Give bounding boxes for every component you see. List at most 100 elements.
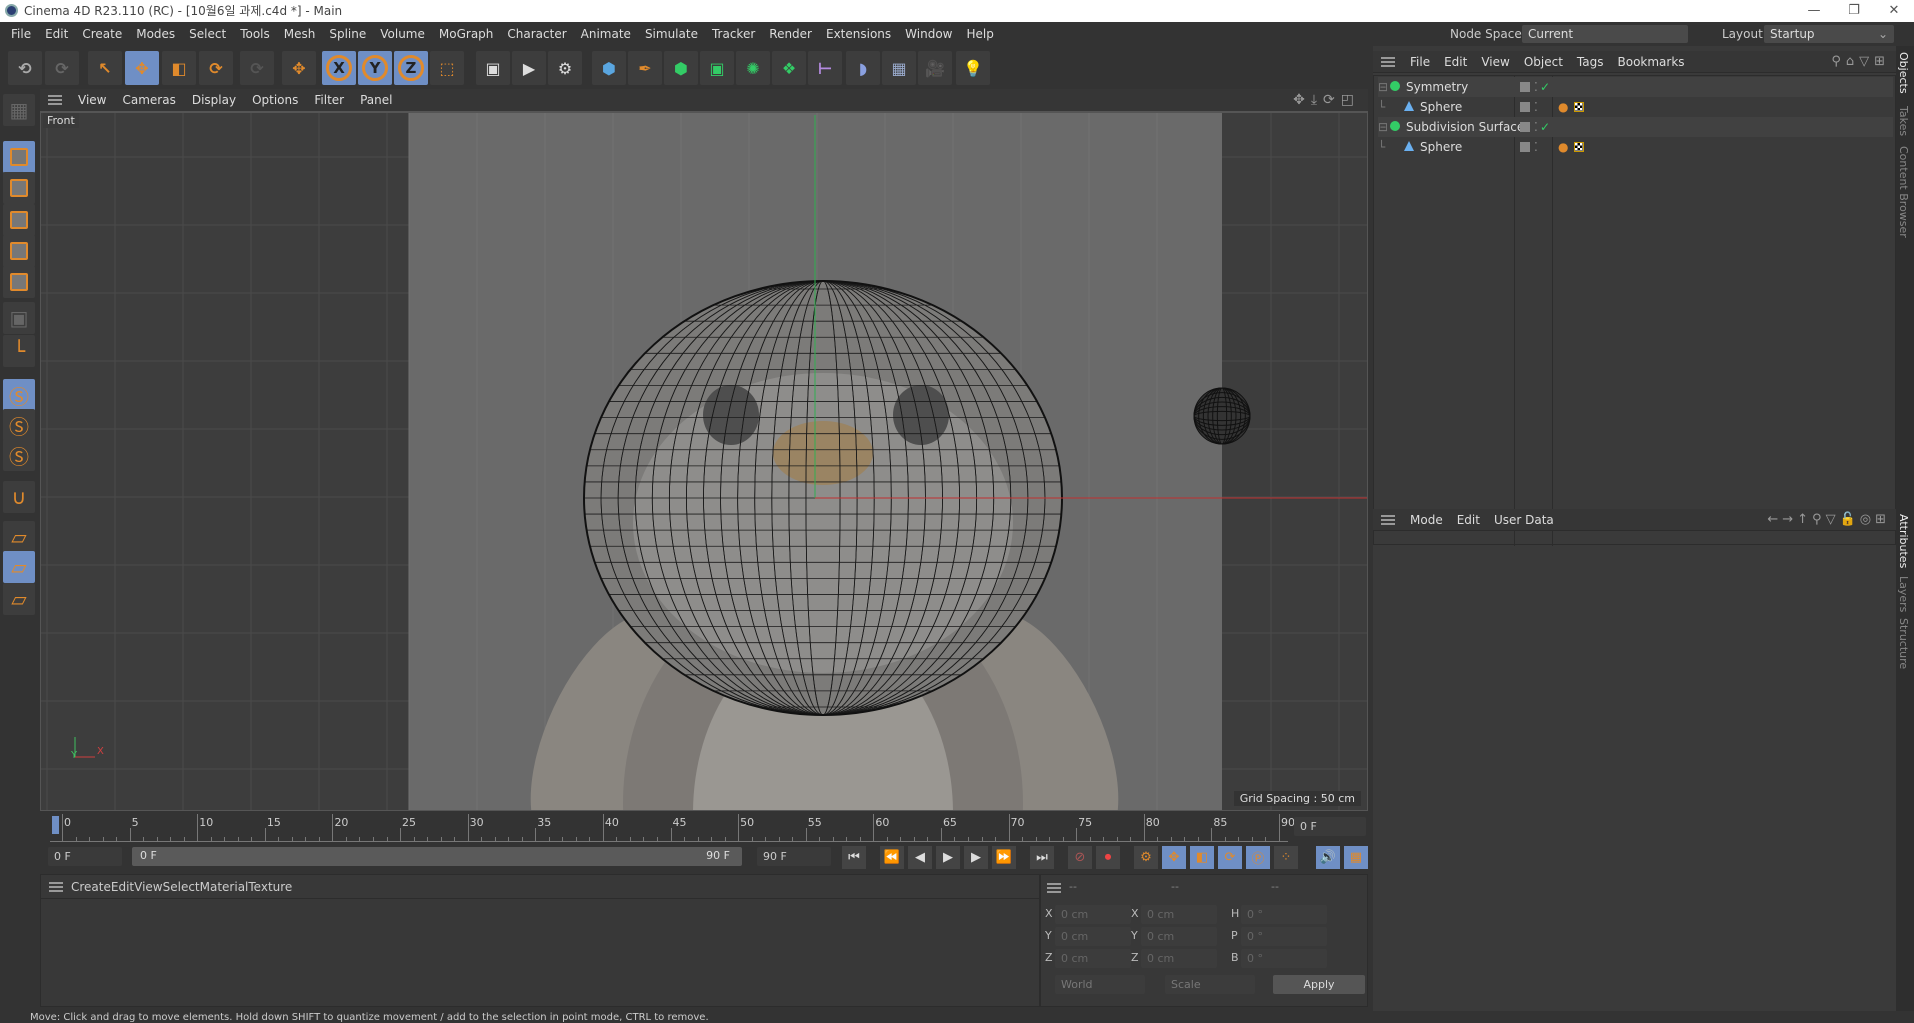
- attributes-tool-icons[interactable]: ←→↑⚲▽🔓◎⊞: [1767, 512, 1890, 527]
- attributes-menu-edit[interactable]: Edit: [1450, 513, 1487, 527]
- menu-window[interactable]: Window: [898, 27, 959, 41]
- coord-field[interactable]: 0 °: [1241, 949, 1327, 968]
- start-frame-field[interactable]: 0 F: [48, 847, 122, 866]
- menu-character[interactable]: Character: [500, 27, 573, 41]
- world-coordinates-icon[interactable]: ⬚: [430, 51, 464, 85]
- playhead[interactable]: [52, 816, 59, 834]
- workplane-align-icon[interactable]: ▱: [3, 583, 35, 615]
- enabled-check-icon[interactable]: ✓: [1540, 117, 1550, 137]
- render-settings-icon[interactable]: ⚙: [548, 51, 582, 85]
- current-frame-field[interactable]: 0 F: [1294, 817, 1366, 836]
- tab-attributes[interactable]: Attributes: [1897, 514, 1910, 568]
- x-axis-icon[interactable]: X: [322, 51, 356, 85]
- y-axis-icon[interactable]: Y: [358, 51, 392, 85]
- menu-modes[interactable]: Modes: [129, 27, 182, 41]
- axis-mode-icon[interactable]: └: [3, 335, 35, 367]
- minimize-button[interactable]: —: [1794, 0, 1834, 22]
- node-space-dropdown[interactable]: Current (Standard/Physical)⌄: [1522, 25, 1688, 59]
- viewport-menu-cameras[interactable]: Cameras: [114, 93, 183, 107]
- viewport-menu-panel[interactable]: Panel: [352, 93, 400, 107]
- key-position-icon[interactable]: ✥: [1162, 846, 1186, 869]
- menu-simulate[interactable]: Simulate: [638, 27, 705, 41]
- autokey-button[interactable]: ⏺: [1096, 846, 1120, 869]
- subdivision-surface-icon[interactable]: ⬢: [664, 51, 698, 85]
- mograph-icon[interactable]: ❖: [772, 51, 806, 85]
- material-menu-create[interactable]: Create: [71, 880, 111, 894]
- material-menu-edit[interactable]: Edit: [111, 880, 134, 894]
- object-row[interactable]: ⊟ Symmetry ⁚ ✓: [1378, 77, 1893, 97]
- objects-menu-object[interactable]: Object: [1517, 55, 1570, 69]
- objects-menu-tags[interactable]: Tags: [1570, 55, 1611, 69]
- hamburger-icon[interactable]: [48, 95, 62, 105]
- hamburger-icon[interactable]: [1381, 514, 1395, 525]
- model-mode-icon[interactable]: [3, 141, 35, 173]
- scale-icon[interactable]: ◧: [162, 51, 196, 85]
- timeline-ruler[interactable]: 0 5 10 15 20 25 30 35 40 45 50 55 60 65 70 75 80 85 90: [50, 814, 1295, 842]
- hamburger-icon[interactable]: [1047, 883, 1061, 893]
- object-row[interactable]: ⊟ Subdivision Surface ⁚ ✓: [1378, 117, 1893, 137]
- move-icon[interactable]: ✥: [125, 51, 159, 85]
- points-mode-icon[interactable]: [3, 204, 35, 236]
- deformer-icon[interactable]: ◗: [846, 51, 880, 85]
- menu-extensions[interactable]: Extensions: [819, 27, 898, 41]
- coord-field[interactable]: 0 cm: [1141, 949, 1217, 968]
- camera-label[interactable]: Front: [43, 113, 79, 128]
- layout-dropdown[interactable]: Startup ⌄: [1764, 25, 1894, 43]
- menu-select[interactable]: Select: [182, 27, 233, 41]
- symmetry-icon[interactable]: ⊢: [808, 51, 842, 85]
- camera-icon[interactable]: 🎥: [918, 51, 952, 85]
- key-scale-icon[interactable]: ◧: [1190, 846, 1214, 869]
- objects-menu-bookmarks[interactable]: Bookmarks: [1611, 55, 1692, 69]
- material-menu-view[interactable]: View: [134, 880, 162, 894]
- menu-tracker[interactable]: Tracker: [705, 27, 762, 41]
- live-selection-icon[interactable]: ↖: [88, 51, 122, 85]
- menu-edit[interactable]: Edit: [38, 27, 75, 41]
- menu-tools[interactable]: Tools: [233, 27, 277, 41]
- viewport-menu-options[interactable]: Options: [244, 93, 306, 107]
- tab-layers[interactable]: Layers: [1897, 576, 1910, 612]
- record-active-button[interactable]: ⊘: [1068, 846, 1092, 869]
- pen-icon[interactable]: ✒: [628, 51, 662, 85]
- make-editable-icon[interactable]: ▦: [3, 94, 35, 126]
- end-frame-field[interactable]: 90 F: [757, 847, 831, 866]
- tab-structure[interactable]: Structure: [1897, 618, 1910, 669]
- coord-field[interactable]: 0 cm: [1141, 927, 1217, 946]
- cloner-icon[interactable]: ✺: [736, 51, 770, 85]
- object-row[interactable]: └ Sphere ⁚ ●: [1378, 97, 1893, 117]
- preview-range-slider[interactable]: 0 F 90 F: [132, 847, 742, 866]
- z-axis-icon[interactable]: Z: [394, 51, 428, 85]
- menu-mesh[interactable]: Mesh: [277, 27, 323, 41]
- objects-menu-edit[interactable]: Edit: [1437, 55, 1474, 69]
- timeline-film-icon[interactable]: ▦: [1344, 846, 1368, 869]
- key-param-icon[interactable]: Ⓟ: [1246, 846, 1270, 869]
- coord-field[interactable]: 0 °: [1241, 905, 1327, 924]
- previous-key-button[interactable]: ⏪: [880, 846, 904, 869]
- viewport-front[interactable]: Front Grid Spacing : 50 cm X Y: [40, 112, 1368, 811]
- redo-icon[interactable]: ⟳: [45, 51, 79, 85]
- texture-mode-icon[interactable]: [3, 172, 35, 204]
- attributes-menu-mode[interactable]: Mode: [1403, 513, 1450, 527]
- play-button[interactable]: ▶: [936, 846, 960, 869]
- viewport-menu-display[interactable]: Display: [184, 93, 244, 107]
- go-to-end-button[interactable]: ⏭: [1030, 846, 1054, 869]
- key-pla-icon[interactable]: ⁘: [1274, 846, 1298, 869]
- coord-field[interactable]: 0 cm: [1055, 905, 1131, 924]
- close-button[interactable]: ✕: [1874, 0, 1914, 22]
- phong-tag-icon[interactable]: ●: [1558, 137, 1568, 157]
- objects-menu-view[interactable]: View: [1474, 55, 1516, 69]
- tab-objects[interactable]: Objects: [1897, 52, 1910, 94]
- object-row[interactable]: └ Sphere ⁚ ●: [1378, 137, 1893, 157]
- light-icon[interactable]: 💡: [956, 51, 990, 85]
- hamburger-icon[interactable]: [1381, 56, 1395, 67]
- magnet-icon[interactable]: ∪: [3, 481, 35, 513]
- layer-icon[interactable]: [1520, 102, 1530, 112]
- undo-icon[interactable]: ⟲: [8, 51, 42, 85]
- checker-tag-icon[interactable]: [1574, 142, 1584, 152]
- floor-icon[interactable]: ▦: [882, 51, 916, 85]
- locked-workplane-icon[interactable]: ▱: [3, 551, 35, 583]
- coord-field[interactable]: 0 °: [1241, 927, 1327, 946]
- previous-frame-button[interactable]: ◀: [908, 846, 932, 869]
- key-rotation-icon[interactable]: ⟳: [1218, 846, 1242, 869]
- tab-takes[interactable]: Takes: [1897, 106, 1910, 136]
- coordinate-system-icon[interactable]: ✥: [282, 51, 316, 85]
